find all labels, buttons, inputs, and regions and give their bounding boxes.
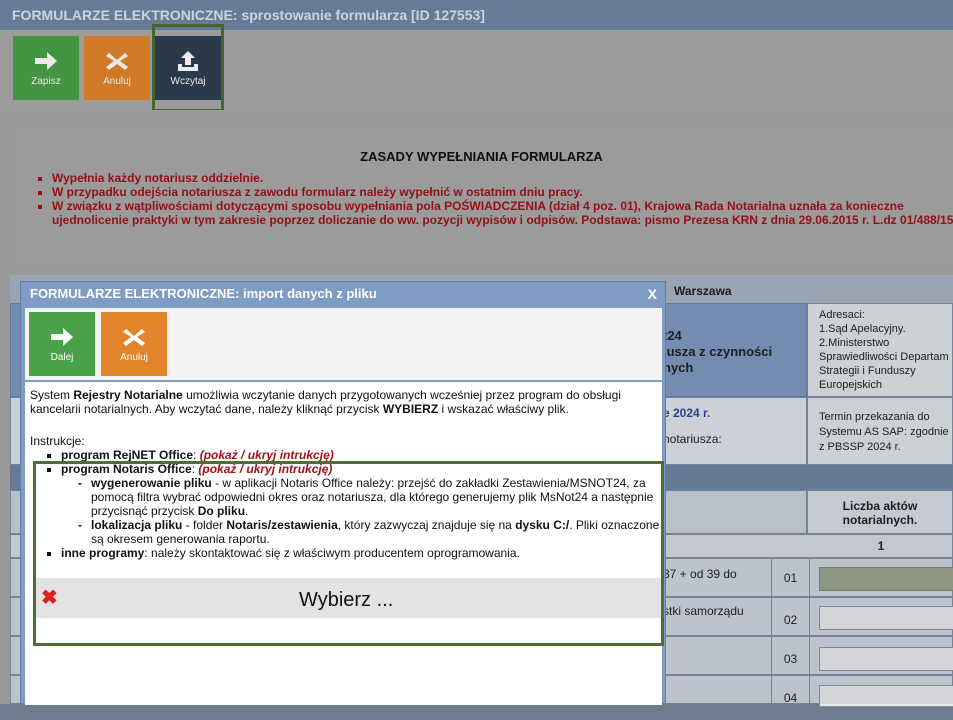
intro-part: i wskazać właściwy plik. [438, 402, 569, 416]
close-icon [123, 329, 145, 346]
intro-bold: Rejestry Notarialne [73, 388, 183, 402]
list-item: program RejNET Office: (pokaż / ukryj in… [61, 448, 671, 462]
dialog-title: FORMULARZE ELEKTRONICZNE: import danych … [30, 286, 377, 301]
next-button[interactable]: Dalej [29, 312, 95, 376]
intro-text: System Rejestry Notarialne umożliwia wcz… [30, 388, 658, 416]
next-button-label: Dalej [50, 352, 74, 363]
program-rejnet: program RejNET Office [61, 448, 194, 462]
dialog-toolbar: Dalej Anuluj [25, 308, 662, 380]
intro-bold: WYBIERZ [382, 402, 439, 416]
instructions-label: Instrukcje: [30, 434, 85, 448]
intro-part: System [30, 388, 74, 402]
notaris-highlight [33, 461, 664, 646]
dialog-cancel-button-label: Anuluj [120, 352, 148, 363]
toggle-instructions-link[interactable]: (pokaż / ukryj intrukcję) [200, 448, 334, 462]
dialog-close-button[interactable]: X [648, 282, 657, 306]
arrow-right-icon [51, 328, 73, 346]
dialog-cancel-button[interactable]: Anuluj [101, 312, 167, 376]
